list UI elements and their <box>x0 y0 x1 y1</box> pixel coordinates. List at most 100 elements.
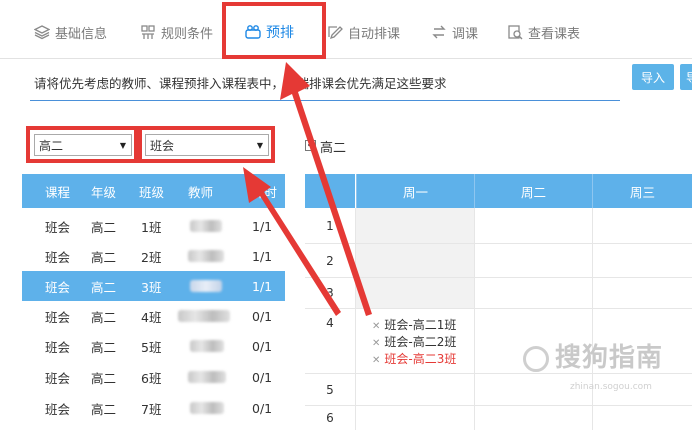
course-list-row[interactable]: 班会 高二 4班 0/1 <box>22 301 285 331</box>
cell-grade: 高二 <box>91 249 117 265</box>
period-number: 3 <box>326 286 334 300</box>
grade-select[interactable]: 高二 ▼ <box>34 134 132 156</box>
grade-checkbox[interactable]: ✓ <box>305 140 316 151</box>
cell-grade: 高二 <box>91 219 117 235</box>
course-list-row[interactable]: 班会 高二 6班 0/1 <box>22 362 285 392</box>
layers-icon <box>34 25 50 40</box>
chevron-down-icon: ▼ <box>119 141 126 150</box>
cell-grade: 高二 <box>91 370 117 386</box>
day-header-mon: 周一 <box>356 174 474 208</box>
instruction-underline <box>30 100 620 101</box>
course-select[interactable]: 班会 ▼ <box>145 134 269 156</box>
cell-hours: 1/1 <box>252 278 273 294</box>
scheduled-entry-label: 班会-高二2班 <box>384 335 457 349</box>
cell-class: 1班 <box>141 219 162 235</box>
cell-class: 2班 <box>141 249 162 265</box>
period-number: 6 <box>326 411 334 425</box>
watermark-url: zhinan.sogou.com <box>570 382 652 392</box>
period-number: 2 <box>326 253 334 268</box>
cell-class: 7班 <box>141 401 162 417</box>
teacher-name-blurred <box>188 371 226 383</box>
column-header-course: 课程 <box>45 184 71 200</box>
cell-course: 班会 <box>45 279 71 295</box>
day-header-wed: 周三 <box>592 174 692 208</box>
nav-tab-label: 基础信息 <box>55 26 108 42</box>
teacher-name-blurred <box>190 280 222 292</box>
scheduled-entry-highlighted[interactable]: ✕ 班会-高二3班 <box>372 350 456 367</box>
column-header-grade: 年级 <box>91 184 117 200</box>
cell-hours: 0/1 <box>252 308 273 324</box>
nav-divider <box>0 58 692 59</box>
edit-icon <box>328 26 343 40</box>
timetable-cell-locked[interactable] <box>356 208 474 243</box>
cell-hours: 0/1 <box>252 338 273 354</box>
nav-tab-label: 规则条件 <box>161 26 214 42</box>
grid-line <box>305 277 692 278</box>
grid-line <box>305 405 692 406</box>
course-list-row[interactable]: 班会 高二 7班 0/1 <box>22 393 285 423</box>
course-select-value: 班会 <box>150 138 175 153</box>
export-button[interactable]: 导 <box>680 64 692 90</box>
remove-icon[interactable]: ✕ <box>372 321 380 332</box>
watermark-logo: 搜狗指南 <box>523 337 663 374</box>
rules-icon <box>141 25 155 39</box>
cell-course: 班会 <box>45 339 71 355</box>
cell-course: 班会 <box>45 249 71 265</box>
grid-line <box>474 208 475 430</box>
teacher-name-blurred <box>190 340 224 352</box>
cell-class: 4班 <box>141 309 162 325</box>
nav-active-indicator <box>228 56 320 59</box>
timetable-cell-locked[interactable] <box>356 278 474 308</box>
nav-tab-auto-schedule[interactable]: 自动排课 <box>327 20 400 44</box>
course-list-row[interactable]: 班会 高二 1班 1/1 <box>22 211 285 241</box>
grid-line <box>305 243 692 244</box>
timetable-corner <box>305 174 355 208</box>
teacher-name-blurred <box>188 250 224 262</box>
cell-class: 3班 <box>141 279 162 295</box>
nav-tab-label: 自动排课 <box>348 26 401 42</box>
grid-line <box>305 308 692 309</box>
cell-hours: 1/1 <box>252 218 273 234</box>
period-number: 1 <box>326 218 334 233</box>
scheduled-entry[interactable]: ✕ 班会-高二1班 <box>372 316 456 333</box>
instruction-text: 请将优先考虑的教师、课程预排入课程表中，云端排课会优先满足这些要求 <box>34 76 447 91</box>
scheduled-entry[interactable]: ✕ 班会-高二2班 <box>372 333 456 350</box>
grid-line <box>355 208 356 430</box>
import-button[interactable]: 导入 <box>632 64 674 90</box>
day-header-tue: 周二 <box>474 174 592 208</box>
cell-grade: 高二 <box>91 401 117 417</box>
cell-hours: 1/1 <box>252 248 273 264</box>
teacher-name-blurred <box>190 402 224 414</box>
swap-icon <box>432 25 446 39</box>
timetable-cell-locked[interactable] <box>356 244 474 277</box>
course-list-row[interactable]: 班会 高二 2班 1/1 <box>22 241 285 271</box>
course-list-row-selected[interactable]: 班会 高二 3班 1/1 <box>22 271 285 301</box>
column-header-teacher: 教师 <box>188 184 214 200</box>
nav-tab-rules[interactable]: 规则条件 <box>140 20 213 44</box>
view-schedule-icon <box>508 25 523 40</box>
cell-grade: 高二 <box>91 339 117 355</box>
remove-icon[interactable]: ✕ <box>372 355 380 366</box>
remove-icon[interactable]: ✕ <box>372 338 380 349</box>
scheduled-entry-label: 班会-高二3班 <box>384 352 457 366</box>
nav-tab-pre-arrange[interactable]: 预排 <box>245 20 294 44</box>
period-number: 4 <box>326 316 334 330</box>
cell-grade: 高二 <box>91 309 117 325</box>
nav-tab-label: 查看课表 <box>528 26 581 42</box>
cell-hours: 0/1 <box>252 369 273 385</box>
course-list-row[interactable]: 班会 高二 5班 0/1 <box>22 331 285 361</box>
cell-class: 6班 <box>141 370 162 386</box>
chevron-down-icon: ▼ <box>256 141 263 150</box>
grade-select-value: 高二 <box>39 138 64 153</box>
cell-course: 班会 <box>45 219 71 235</box>
period-number: 5 <box>326 382 334 397</box>
nav-tab-basic-info[interactable]: 基础信息 <box>34 20 107 44</box>
nav-tab-adjust[interactable]: 调课 <box>431 20 478 44</box>
teacher-name-blurred <box>190 220 222 232</box>
nav-tab-label: 调课 <box>452 26 479 42</box>
nav-tab-view-schedule[interactable]: 查看课表 <box>507 20 580 44</box>
teacher-name-blurred <box>178 310 230 322</box>
grade-checkbox-label: 高二 <box>320 141 347 156</box>
cell-course: 班会 <box>45 401 71 417</box>
cell-course: 班会 <box>45 309 71 325</box>
